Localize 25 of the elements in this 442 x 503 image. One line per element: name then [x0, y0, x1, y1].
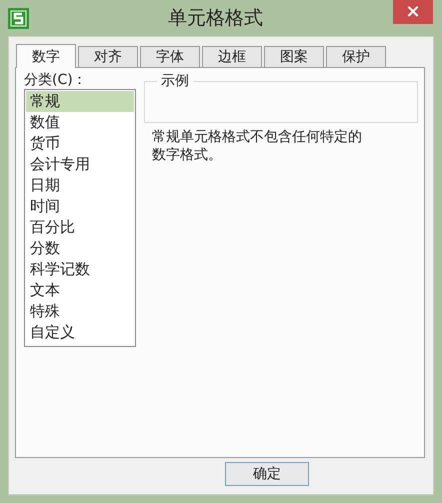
app-logo-icon [8, 8, 29, 28]
category-item[interactable]: 文本 [26, 280, 134, 301]
category-item[interactable]: 科学记数 [26, 259, 134, 280]
tab[interactable]: 图案 [264, 46, 324, 67]
category-item[interactable]: 数值 [26, 112, 134, 133]
category-item[interactable]: 日期 [26, 175, 134, 196]
category-item[interactable]: 自定义 [26, 322, 134, 343]
category-item[interactable]: 会计专用 [26, 154, 134, 175]
tab[interactable]: 对齐 [78, 46, 138, 67]
category-item[interactable]: 常规 [26, 91, 134, 112]
category-item[interactable]: 货币 [26, 133, 134, 154]
tab[interactable]: 数字 [16, 44, 76, 68]
ok-button[interactable]: 确定 [225, 462, 309, 486]
tab[interactable]: 字体 [140, 46, 200, 67]
category-item[interactable]: 百分比 [26, 217, 134, 238]
category-item[interactable]: 时间 [26, 196, 134, 217]
close-button[interactable]: × [393, 0, 433, 24]
tab[interactable]: 保护 [326, 46, 386, 67]
category-label: 分类(C)： [24, 71, 87, 89]
window-title: 单元格格式 [167, 6, 264, 31]
sample-label: 示例 [157, 72, 193, 90]
tab[interactable]: 边框 [202, 46, 262, 67]
category-item[interactable]: 特殊 [26, 301, 134, 322]
description-text: 常规单元格格式不包含任何特定的数字格式。 [152, 128, 363, 164]
category-item[interactable]: 分数 [26, 238, 134, 259]
